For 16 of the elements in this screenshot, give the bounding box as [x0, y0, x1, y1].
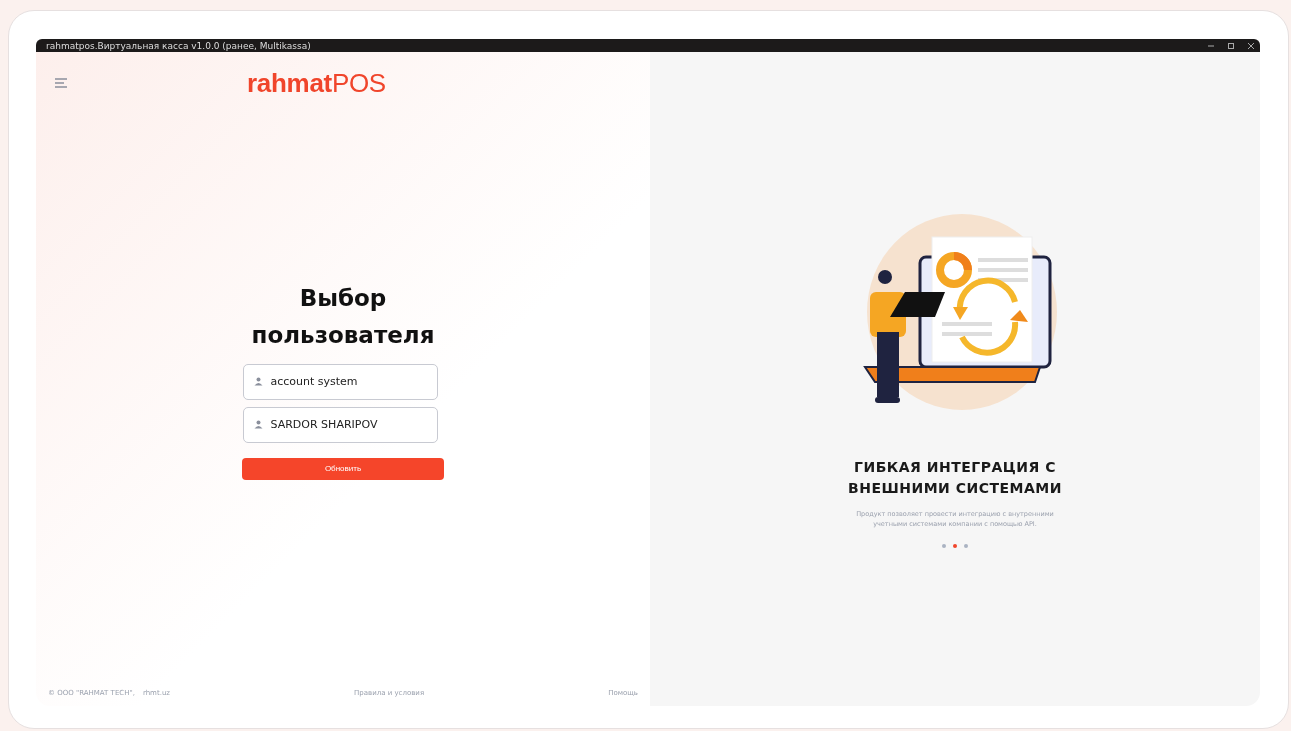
user-option[interactable]: SARDOR SHARIPOV: [242, 406, 438, 443]
close-icon[interactable]: [1248, 42, 1254, 49]
user-option[interactable]: account system: [242, 363, 438, 400]
page-heading: Выбор пользователя: [250, 283, 436, 350]
logo: rahmatPOS: [247, 67, 386, 99]
minimize-icon[interactable]: [1208, 42, 1214, 49]
user-icon: [253, 420, 263, 429]
menu-icon[interactable]: [54, 77, 68, 89]
slide-dot[interactable]: [964, 544, 968, 548]
user-icon: [253, 377, 263, 386]
refresh-button[interactable]: Обновить: [242, 457, 444, 480]
maximize-icon[interactable]: [1228, 42, 1234, 49]
slide-title: ГИБКАЯ ИНТЕГРАЦИЯ С ВНЕШНИМИ СИСТЕМАМИ: [847, 458, 1063, 498]
slide-dot[interactable]: [953, 544, 957, 548]
window-title: rahmatpos.Виртуальная касса v1.0.0 (ранее, Multikassa): [46, 40, 312, 51]
slide-dot[interactable]: [942, 544, 946, 548]
